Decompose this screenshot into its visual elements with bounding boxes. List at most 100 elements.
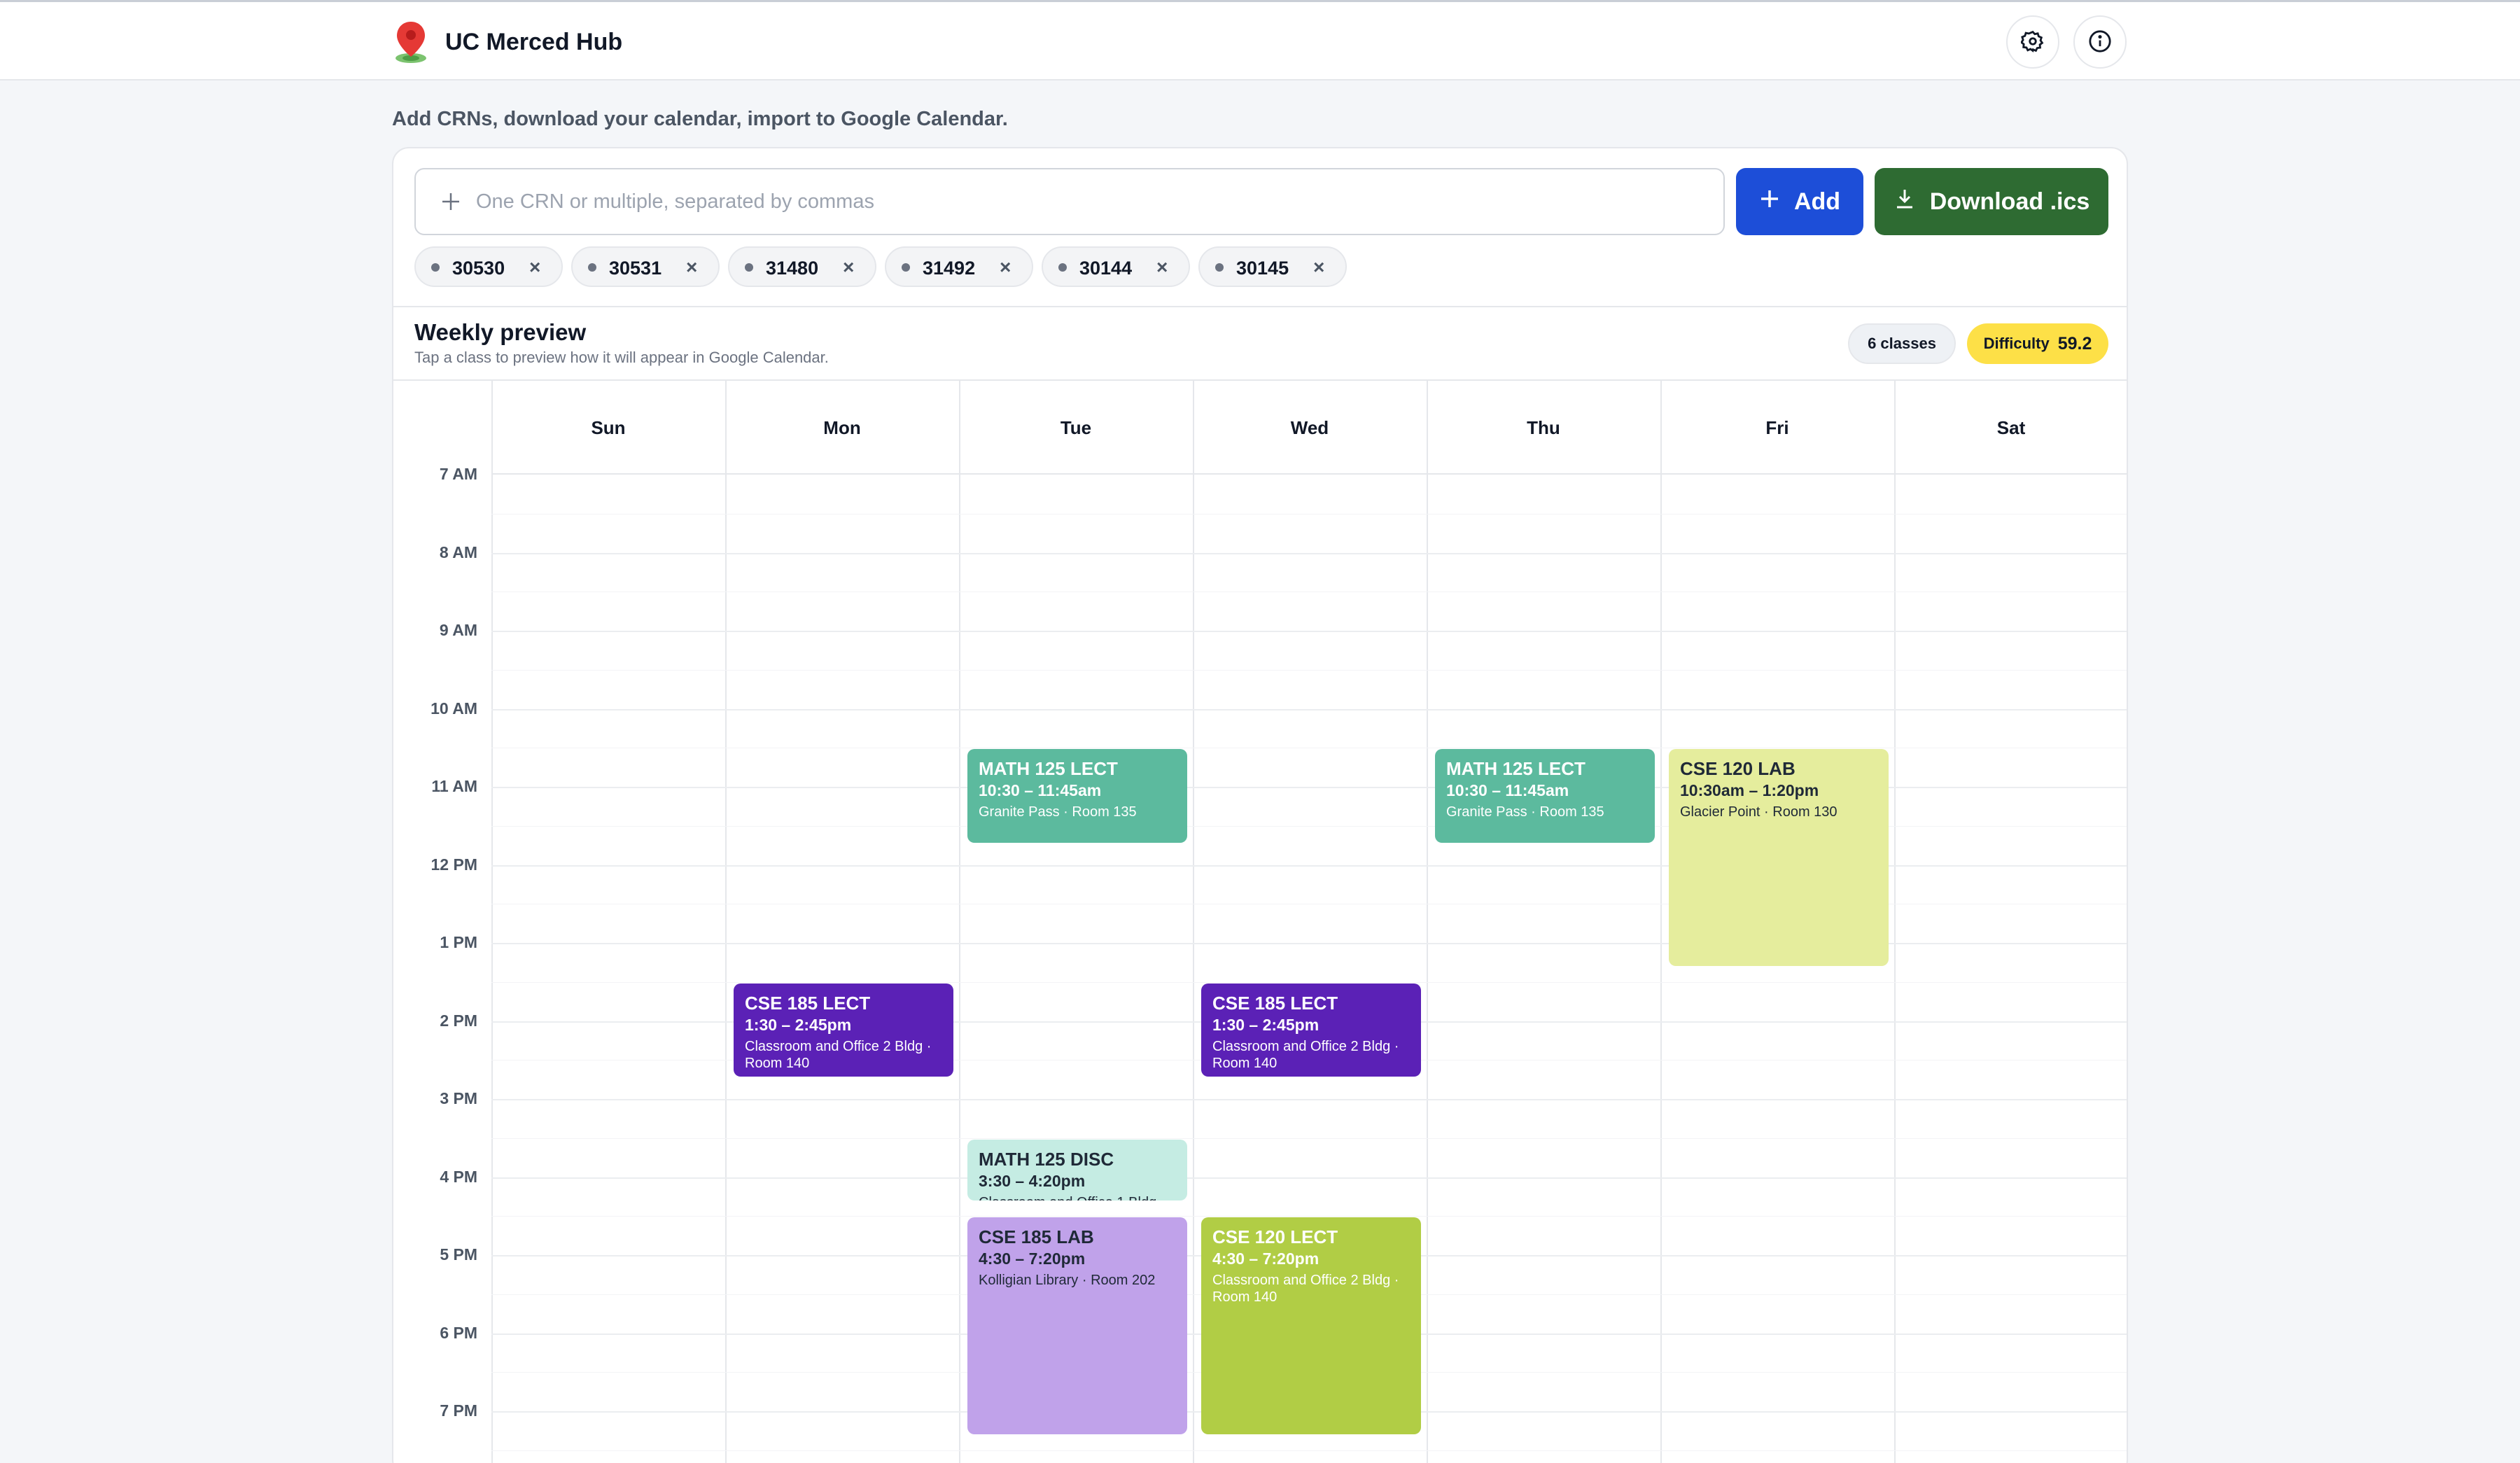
crn-chip-label: 30145 xyxy=(1236,258,1289,279)
time-label: 3 PM xyxy=(440,1089,477,1107)
class-event[interactable]: MATH 125 LECT 10:30 – 11:45am Granite Pass… xyxy=(1435,749,1655,843)
hour-gridline xyxy=(491,552,2127,554)
class-event[interactable]: CSE 185 LAB 4:30 – 7:20pm Kolligian Librar… xyxy=(967,1217,1187,1435)
plus-icon xyxy=(1759,188,1780,216)
close-icon[interactable]: × xyxy=(1156,256,1168,279)
event-time: 1:30 – 2:45pm xyxy=(745,1015,852,1034)
close-icon[interactable]: × xyxy=(1313,256,1324,279)
event-time: 10:30 – 11:45am xyxy=(1446,781,1569,800)
class-event[interactable]: MATH 125 DISC3:30 – 4:20pm Classroom and … xyxy=(967,1139,1187,1200)
settings-button[interactable] xyxy=(2006,15,2059,69)
map-pin-icon xyxy=(393,20,428,64)
event-location: Granite Pass · Room 135 xyxy=(1446,804,1604,820)
event-title: CSE 120 LAB xyxy=(1680,758,1795,780)
time-label: 9 AM xyxy=(439,621,477,639)
day-header-wed: Wed xyxy=(1290,417,1329,438)
half-hour-gridline xyxy=(491,1450,2127,1451)
time-label: 11 AM xyxy=(431,777,477,795)
day-column-line xyxy=(725,381,727,1463)
hour-gridline xyxy=(491,1177,2127,1179)
event-location: Granite Pass · Room 135 xyxy=(979,804,1137,820)
event-title: MATH 125 LECT xyxy=(979,758,1118,780)
day-column-line xyxy=(1660,381,1662,1463)
time-label: 12 PM xyxy=(430,855,477,874)
crn-chip: 30531 × xyxy=(571,246,720,287)
close-icon[interactable]: × xyxy=(686,256,697,279)
gear-icon xyxy=(2019,29,2045,55)
day-header-separator xyxy=(491,473,2127,475)
day-header-thu: Thu xyxy=(1527,417,1560,438)
event-time: 4:30 – 7:20pm xyxy=(979,1250,1086,1268)
time-label: 8 AM xyxy=(439,542,477,561)
close-icon[interactable]: × xyxy=(529,256,540,279)
day-column-line xyxy=(959,381,960,1463)
event-location: Classroom and Office 2 Bldg · Room 140 xyxy=(745,1038,932,1071)
chip-dot xyxy=(431,263,440,272)
crn-chip: 31492 × xyxy=(885,246,1033,287)
time-label: 4 PM xyxy=(440,1167,477,1186)
info-button[interactable] xyxy=(2073,15,2127,69)
event-title: CSE 185 LECT xyxy=(745,992,871,1014)
add-button[interactable]: Add xyxy=(1736,168,1863,235)
event-title: MATH 125 LECT xyxy=(1446,758,1586,780)
crn-chip: 30530 × xyxy=(414,246,563,287)
difficulty-badge: Difficulty 59.2 xyxy=(1967,323,2108,364)
crn-chip-label: 30530 xyxy=(452,258,505,279)
chip-dot xyxy=(1215,263,1224,272)
class-event[interactable]: MATH 125 LECT 10:30 – 11:45am Granite Pass… xyxy=(967,749,1187,843)
class-event[interactable]: CSE 120 LECT 4:30 – 7:20pm Classroom and O… xyxy=(1201,1217,1421,1435)
page-subtitle: Add CRNs, download your calendar, import… xyxy=(392,108,1008,130)
event-location: Glacier Point · Room 130 xyxy=(1680,804,1837,820)
time-label: 6 PM xyxy=(440,1323,477,1342)
app-header: UC Merced Hub xyxy=(0,2,2520,80)
event-title: CSE 120 LECT xyxy=(1212,1226,1338,1248)
event-location: Classroom and Office 1 Bldg xyxy=(979,1194,1176,1200)
event-time: 3:30 – 4:20pm xyxy=(979,1171,1086,1190)
download-ics-button[interactable]: Download .ics xyxy=(1875,168,2108,235)
plus-icon xyxy=(437,188,465,216)
day-header-sun: Sun xyxy=(591,417,626,438)
add-button-label: Add xyxy=(1793,188,1841,215)
event-time: 4:30 – 7:20pm xyxy=(1212,1250,1320,1268)
info-icon xyxy=(2088,29,2112,55)
time-label: 2 PM xyxy=(440,1011,477,1030)
crn-chip-label: 30531 xyxy=(609,258,662,279)
hour-gridline xyxy=(491,631,2127,632)
day-header-tue: Tue xyxy=(1060,417,1092,438)
class-event[interactable]: CSE 185 LECT 1:30 – 2:45pm Classroom and O… xyxy=(1201,983,1421,1077)
download-icon xyxy=(1893,188,1916,216)
time-label: 1 PM xyxy=(440,933,477,951)
section-divider xyxy=(393,306,2127,307)
event-location: Classroom and Office 2 Bldg · Room 140 xyxy=(1212,1273,1399,1306)
crn-chip: 31480 × xyxy=(728,246,876,287)
close-icon[interactable]: × xyxy=(1000,256,1011,279)
half-hour-gridline xyxy=(491,669,2127,671)
half-hour-gridline xyxy=(491,981,2127,983)
crn-input-wrapper xyxy=(414,168,1725,235)
crn-chip-label: 31492 xyxy=(923,258,976,279)
crn-chip: 30144 × xyxy=(1042,246,1190,287)
half-hour-gridline xyxy=(491,1138,2127,1139)
download-button-label: Download .ics xyxy=(1929,188,2090,215)
event-location: Kolligian Library · Room 202 xyxy=(979,1273,1156,1289)
event-time: 10:30am – 1:20pm xyxy=(1680,781,1819,800)
time-label: 5 PM xyxy=(440,1245,477,1264)
hour-gridline xyxy=(491,1099,2127,1100)
day-column-line xyxy=(491,381,493,1463)
weekly-calendar: Sun Mon Tue Wed Thu Fri Sat 7 AM 8 AM 9 AM 10 AM 11… xyxy=(393,381,2127,1463)
class-count-badge: 6 classes xyxy=(1848,323,1956,364)
schedule-card: Add Download .ics 30530 × 30531 × 31480 … xyxy=(392,147,2128,1463)
weekly-preview-subtitle: Tap a class to preview how it will appea… xyxy=(414,349,829,366)
chip-dot xyxy=(1058,263,1067,272)
class-event[interactable]: CSE 120 LAB 10:30am – 1:20pm Glacier Point… xyxy=(1669,749,1889,967)
close-icon[interactable]: × xyxy=(843,256,854,279)
event-location: Classroom and Office 2 Bldg · Room 140 xyxy=(1212,1038,1399,1071)
event-time: 1:30 – 2:45pm xyxy=(1212,1015,1320,1034)
class-event[interactable]: CSE 185 LECT 1:30 – 2:45pm Classroom and O… xyxy=(734,983,953,1077)
crn-chip: 30145 × xyxy=(1198,246,1347,287)
half-hour-gridline xyxy=(491,1216,2127,1217)
crn-input[interactable] xyxy=(476,169,1708,234)
event-time: 10:30 – 11:45am xyxy=(979,781,1102,800)
day-header-fri: Fri xyxy=(1765,417,1789,438)
chip-dot xyxy=(902,263,910,272)
